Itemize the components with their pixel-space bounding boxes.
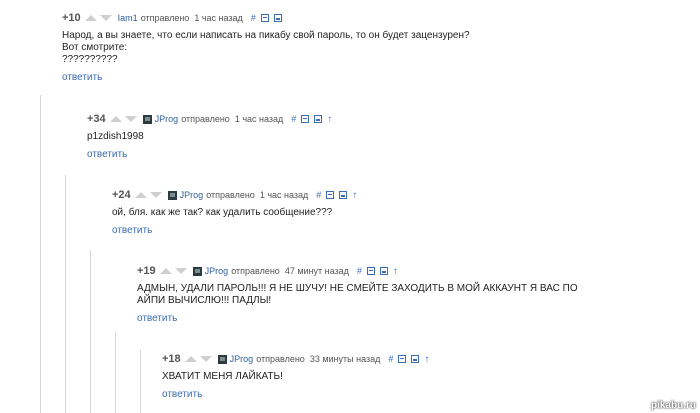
comment: +18 JProg отправлено 33 минуты назад # ↑… <box>162 352 429 402</box>
downvote-icon[interactable] <box>149 192 162 198</box>
comment-text-line: ХВАТИТ МЕНЯ ЛАЙКАТЬ! <box>162 371 283 382</box>
comment-text-line: p1zdish1998 <box>87 131 144 142</box>
comment-text-line: АЙПИ ВЫЧИСЛЮ!!! ПАДЛЫ! <box>137 295 272 306</box>
comment-header: +10 Iam1 отправлено 1 час назад # <box>62 11 470 25</box>
comment: +19 JProg отправлено 47 минут назад # ↑ … <box>137 264 578 326</box>
comment-body: ХВАТИТ МЕНЯ ЛАЙКАТЬ! <box>162 371 429 383</box>
username-link[interactable]: Iam1 <box>118 13 138 23</box>
upvote-icon[interactable] <box>109 116 122 122</box>
permalink-icon[interactable]: # <box>291 114 296 124</box>
save-icon[interactable] <box>379 267 388 275</box>
thread-rail <box>115 332 116 413</box>
comment-time: 1 час назад <box>234 114 284 124</box>
comment: +10 Iam1 отправлено 1 час назад # Народ,… <box>62 11 470 85</box>
comment-header: +24 JProg отправлено 1 час назад # ↑ <box>112 188 357 202</box>
save-icon[interactable] <box>339 191 348 199</box>
username-link[interactable]: JProg <box>230 354 254 364</box>
downvote-icon[interactable] <box>199 356 212 362</box>
comment-time: 47 минут назад <box>284 266 349 276</box>
sent-label: отправлено <box>256 354 305 364</box>
comment-body: АДМЫН, УДАЛИ ПАРОЛЬ!!! Я НЕ ШУЧУ! НЕ СМЕ… <box>137 283 578 307</box>
thread-rail <box>140 350 141 413</box>
comment-text-line: Вот смотрите: <box>62 42 128 53</box>
save-icon[interactable] <box>411 355 420 363</box>
site-watermark: pikabu.ru <box>650 400 696 411</box>
sent-label: отправлено <box>231 266 280 276</box>
parent-comment-icon[interactable]: ↑ <box>393 266 398 277</box>
upvote-icon[interactable] <box>84 15 97 21</box>
comment-rating: +24 <box>112 189 131 201</box>
comment-text-line: ?????????? <box>62 54 118 65</box>
comment-rating: +10 <box>62 12 81 24</box>
thread-rail <box>65 175 66 413</box>
parent-comment-icon[interactable]: ↑ <box>424 354 429 365</box>
reply-link[interactable]: ответить <box>137 313 177 324</box>
comment-header: +19 JProg отправлено 47 минут назад # ↑ <box>137 264 578 278</box>
comment-body: ой, бля. как же так? как удалить сообщен… <box>112 207 357 219</box>
upvote-icon[interactable] <box>184 356 197 362</box>
avatar[interactable] <box>192 266 202 276</box>
reply-link[interactable]: ответить <box>62 72 102 83</box>
comment-body: Народ, а вы знаете, что если написать на… <box>62 30 470 66</box>
comment-rating: +19 <box>137 265 156 277</box>
parent-comment-icon[interactable]: ↑ <box>352 190 357 201</box>
avatar[interactable] <box>142 114 152 124</box>
comment-time: 1 час назад <box>194 13 243 23</box>
downvote-icon[interactable] <box>124 116 137 122</box>
avatar[interactable] <box>167 190 177 200</box>
comment-header: +18 JProg отправлено 33 минуты назад # ↑ <box>162 352 429 366</box>
comment: +24 JProg отправлено 1 час назад # ↑ ой,… <box>112 188 357 238</box>
comment-body: p1zdish1998 <box>87 131 332 143</box>
upvote-icon[interactable] <box>134 192 147 198</box>
parent-comment-icon[interactable]: ↑ <box>327 114 332 125</box>
permalink-icon[interactable]: # <box>357 266 362 276</box>
comment: +34 JProg отправлено 1 час назад # ↑ p1z… <box>87 112 332 162</box>
comment-time: 33 минуты назад <box>309 354 381 364</box>
username-link[interactable]: JProg <box>205 266 229 276</box>
permalink-icon[interactable]: # <box>316 190 321 200</box>
collapse-icon[interactable] <box>260 14 269 22</box>
thread-rail <box>90 250 91 413</box>
permalink-icon[interactable]: # <box>388 354 393 364</box>
permalink-icon[interactable]: # <box>251 13 256 23</box>
username-link[interactable]: JProg <box>180 190 204 200</box>
sent-label: отправлено <box>181 114 230 124</box>
downvote-icon[interactable] <box>174 268 187 274</box>
comment-rating: +18 <box>162 353 181 365</box>
username-link[interactable]: JProg <box>155 114 179 124</box>
reply-link[interactable]: ответить <box>112 225 152 236</box>
comment-header: +34 JProg отправлено 1 час назад # ↑ <box>87 112 332 126</box>
sent-label: отправлено <box>206 190 255 200</box>
upvote-icon[interactable] <box>159 268 172 274</box>
comment-text-line: ой, бля. как же так? как удалить сообщен… <box>112 207 333 218</box>
reply-link[interactable]: ответить <box>162 389 202 400</box>
comment-rating: +34 <box>87 113 106 125</box>
downvote-icon[interactable] <box>99 15 112 21</box>
collapse-icon[interactable] <box>326 191 335 199</box>
collapse-icon[interactable] <box>398 355 407 363</box>
comment-text-line: АДМЫН, УДАЛИ ПАРОЛЬ!!! Я НЕ ШУЧУ! НЕ СМЕ… <box>137 283 578 294</box>
comment-time: 1 час назад <box>259 190 309 200</box>
collapse-icon[interactable] <box>301 115 310 123</box>
comment-text-line: Народ, а вы знаете, что если написать на… <box>62 30 470 41</box>
sent-label: отправлено <box>140 13 190 23</box>
collapse-icon[interactable] <box>366 267 375 275</box>
save-icon[interactable] <box>314 115 323 123</box>
thread-rail <box>40 95 41 413</box>
avatar[interactable] <box>217 354 227 364</box>
reply-link[interactable]: ответить <box>87 149 127 160</box>
save-icon[interactable] <box>273 14 282 22</box>
